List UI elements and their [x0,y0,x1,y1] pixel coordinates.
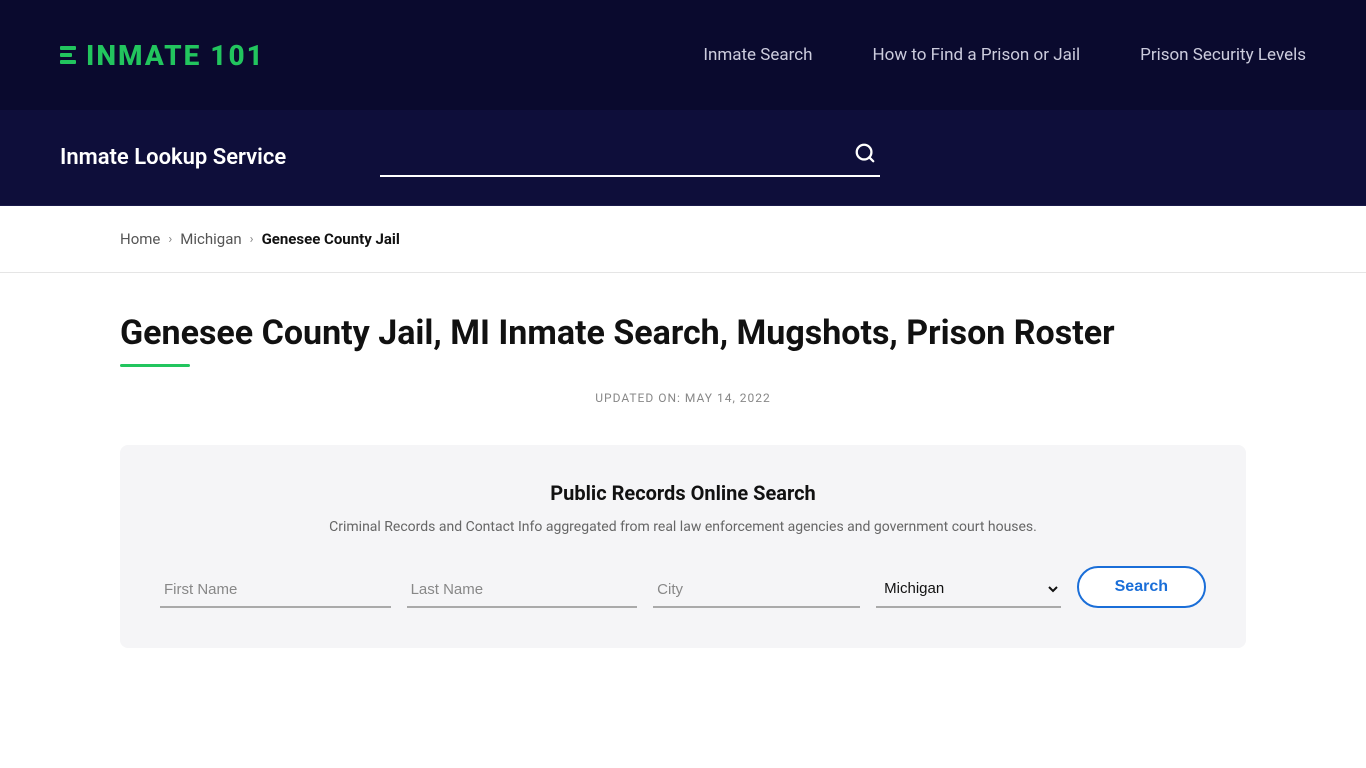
state-field: Michigan Alabama Alaska Arizona Californ… [876,571,1060,608]
first-name-field [160,573,391,608]
breadcrumb-home[interactable]: Home [120,230,160,248]
city-field [653,573,860,608]
logo-text: INMATE 101 [86,39,265,72]
logo-bars-icon [60,46,76,64]
first-name-input[interactable] [160,573,391,608]
updated-text: UPDATED ON: MAY 14, 2022 [120,391,1246,405]
state-select[interactable]: Michigan Alabama Alaska Arizona Californ… [876,571,1060,608]
records-search-title: Public Records Online Search [160,481,1206,505]
breadcrumb: Home › Michigan › Genesee County Jail [120,230,1246,248]
page-title: Genesee County Jail, MI Inmate Search, M… [120,313,1246,354]
nav-link-how-to-find[interactable]: How to Find a Prison or Jail [873,45,1081,65]
logo-bar-2 [60,53,72,57]
search-section: Inmate Lookup Service [0,110,1366,206]
city-input[interactable] [653,573,860,608]
breadcrumb-section: Home › Michigan › Genesee County Jail [0,206,1366,273]
nav-link-security-levels[interactable]: Prison Security Levels [1140,45,1306,65]
nav-links: Inmate Search How to Find a Prison or Ja… [703,45,1306,65]
logo-bar-3 [60,60,76,64]
breadcrumb-separator-1: › [168,232,172,247]
logo-bar-1 [60,46,76,50]
logo[interactable]: INMATE 101 [60,39,265,72]
logo-name-part2: 101 [210,39,264,72]
search-section-label: Inmate Lookup Service [60,145,340,170]
records-search-button[interactable]: Search [1077,566,1206,608]
search-input-container [380,138,880,177]
logo-name-part1: INMATE [86,39,201,72]
search-icon [854,142,876,164]
records-search-box: Public Records Online Search Criminal Re… [120,445,1246,648]
records-search-subtitle: Criminal Records and Contact Info aggreg… [160,517,1206,538]
breadcrumb-current: Genesee County Jail [262,230,400,248]
records-search-form: Michigan Alabama Alaska Arizona Californ… [160,566,1206,608]
search-submit-button[interactable] [850,138,880,171]
title-underline [120,364,190,367]
last-name-input[interactable] [407,573,638,608]
nav-link-inmate-search[interactable]: Inmate Search [703,45,812,65]
breadcrumb-state[interactable]: Michigan [180,230,241,248]
breadcrumb-separator-2: › [250,232,254,247]
main-content: Genesee County Jail, MI Inmate Search, M… [0,273,1366,708]
search-input[interactable] [380,142,850,168]
last-name-field [407,573,638,608]
top-navigation: INMATE 101 Inmate Search How to Find a P… [0,0,1366,110]
